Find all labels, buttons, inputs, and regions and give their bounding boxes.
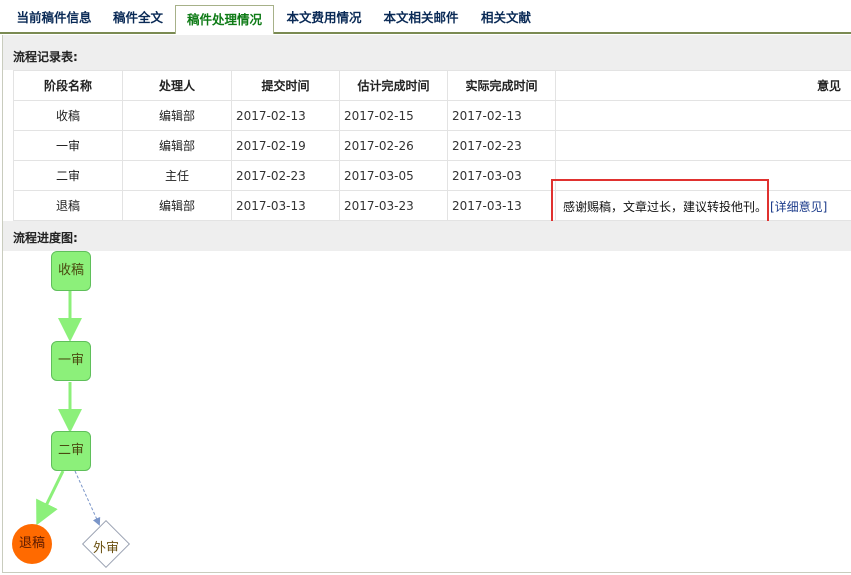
tab-processing-status[interactable]: 稿件处理情况 bbox=[175, 5, 274, 34]
tab-fees[interactable]: 本文费用情况 bbox=[279, 4, 369, 32]
tab-related-emails[interactable]: 本文相关邮件 bbox=[376, 4, 466, 32]
edge-ershen-to-waishen bbox=[74, 470, 101, 526]
tab-bar: 当前稿件信息 稿件全文 稿件处理情况 本文费用情况 本文相关邮件 相关文献 bbox=[0, 0, 851, 34]
flow-node-tuigao: 退稿 bbox=[12, 524, 52, 564]
edge-ershen-to-tuigao bbox=[36, 470, 65, 526]
flow-node-yishen: 一审 bbox=[51, 341, 91, 381]
flow-node-ershen: 二审 bbox=[51, 431, 91, 471]
flow-node-shougao: 收稿 bbox=[51, 251, 91, 291]
flow-node-waishen: 外审 bbox=[92, 541, 119, 556]
tab-full-text[interactable]: 稿件全文 bbox=[106, 4, 170, 32]
processing-panel: 流程记录表: 阶段名称 处理人 提交时间 估计完成时间 实际完成时间 意见 收稿… bbox=[2, 35, 851, 573]
flow-diagram-edges bbox=[36, 291, 101, 526]
tab-related-literature[interactable]: 相关文献 bbox=[474, 4, 538, 32]
tab-manuscript-info[interactable]: 当前稿件信息 bbox=[8, 4, 100, 32]
